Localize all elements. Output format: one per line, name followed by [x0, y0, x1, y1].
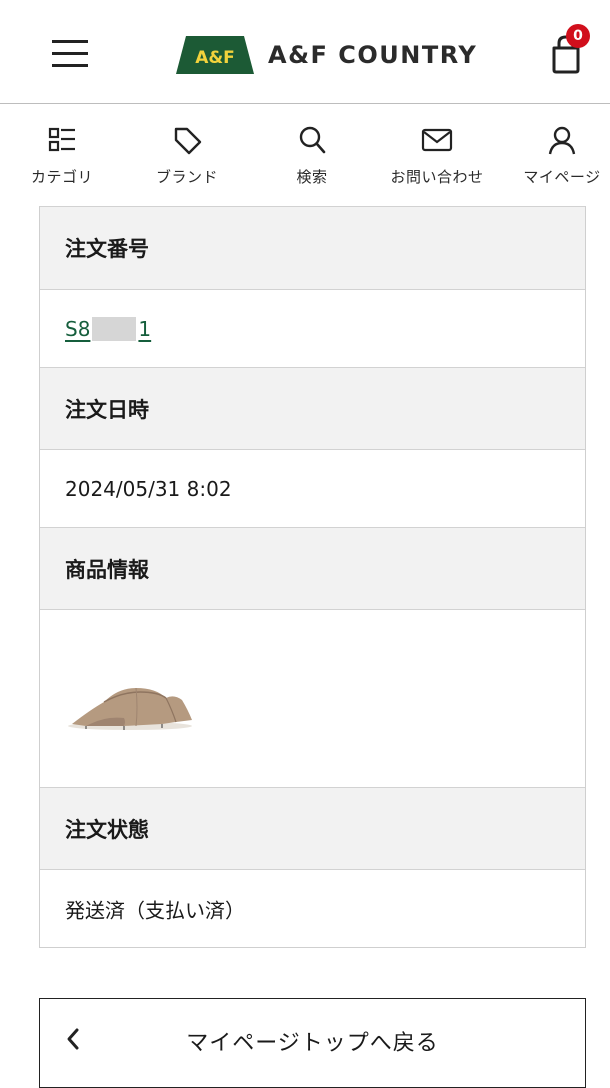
- logo-badge: A&F: [176, 36, 254, 74]
- category-icon: [48, 127, 75, 152]
- user-icon: [548, 126, 576, 155]
- nav-brand-label: ブランド: [155, 168, 218, 186]
- order-datetime-label: 注文日時: [65, 397, 149, 422]
- mail-icon: [421, 128, 453, 152]
- order-number-label: 注文番号: [65, 237, 149, 261]
- logo-badge-text: A&F: [195, 48, 235, 68]
- product-info-row: [40, 609, 585, 787]
- order-number-header: 注文番号: [40, 206, 585, 289]
- site-header: A&F A&F COUNTRY 0: [0, 0, 610, 104]
- site-logo[interactable]: A&F A&F COUNTRY: [176, 36, 477, 74]
- order-number-suffix: 1: [138, 316, 152, 341]
- order-status-header: 注文状態: [40, 787, 585, 869]
- nav-search[interactable]: 検索: [252, 104, 372, 204]
- nav-search-label: 検索: [296, 168, 328, 186]
- nav-category[interactable]: カテゴリ: [2, 104, 122, 204]
- tent-image[interactable]: [66, 680, 194, 736]
- order-number-link[interactable]: S8 1: [65, 316, 152, 341]
- product-info-label: 商品情報: [65, 557, 149, 582]
- menu-icon[interactable]: [52, 38, 88, 70]
- product-info-header: 商品情報: [40, 527, 585, 609]
- order-datetime-value: 2024/05/31 8:02: [65, 476, 232, 501]
- cart-button[interactable]: 0: [542, 24, 592, 78]
- order-status-value: 発送済（支払い済）: [65, 898, 245, 922]
- order-datetime-header: 注文日時: [40, 367, 585, 449]
- nav-mypage[interactable]: マイページ: [502, 104, 610, 204]
- nav-category-label: カテゴリ: [30, 168, 93, 186]
- nav-contact[interactable]: お問い合わせ: [377, 104, 497, 204]
- order-status-label: 注文状態: [65, 817, 149, 842]
- order-number-prefix: S8: [65, 316, 91, 341]
- back-to-mypage-button[interactable]: マイページトップへ戻る: [39, 998, 586, 1088]
- redacted-block: [92, 316, 137, 341]
- back-button-label: マイページトップへ戻る: [186, 1031, 439, 1056]
- nav-contact-label: お問い合わせ: [390, 168, 484, 186]
- order-detail-table: 注文番号 S8 1 注文日時 2024/05/31 8:02 商品情報 注文状態 …: [39, 206, 586, 948]
- tag-icon: [174, 127, 202, 155]
- order-status-row: 発送済（支払い済）: [40, 869, 585, 947]
- order-number-row: S8 1: [40, 289, 585, 367]
- cart-count-badge: 0: [566, 24, 590, 48]
- logo-text: A&F COUNTRY: [268, 41, 478, 69]
- search-icon: [299, 126, 326, 154]
- sub-navigation: カテゴリ ブランド 検索 お問い合わせ マイページ: [0, 104, 610, 204]
- nav-mypage-label: マイページ: [523, 168, 601, 186]
- order-datetime-row: 2024/05/31 8:02: [40, 449, 585, 527]
- nav-brand[interactable]: ブランド: [127, 104, 247, 204]
